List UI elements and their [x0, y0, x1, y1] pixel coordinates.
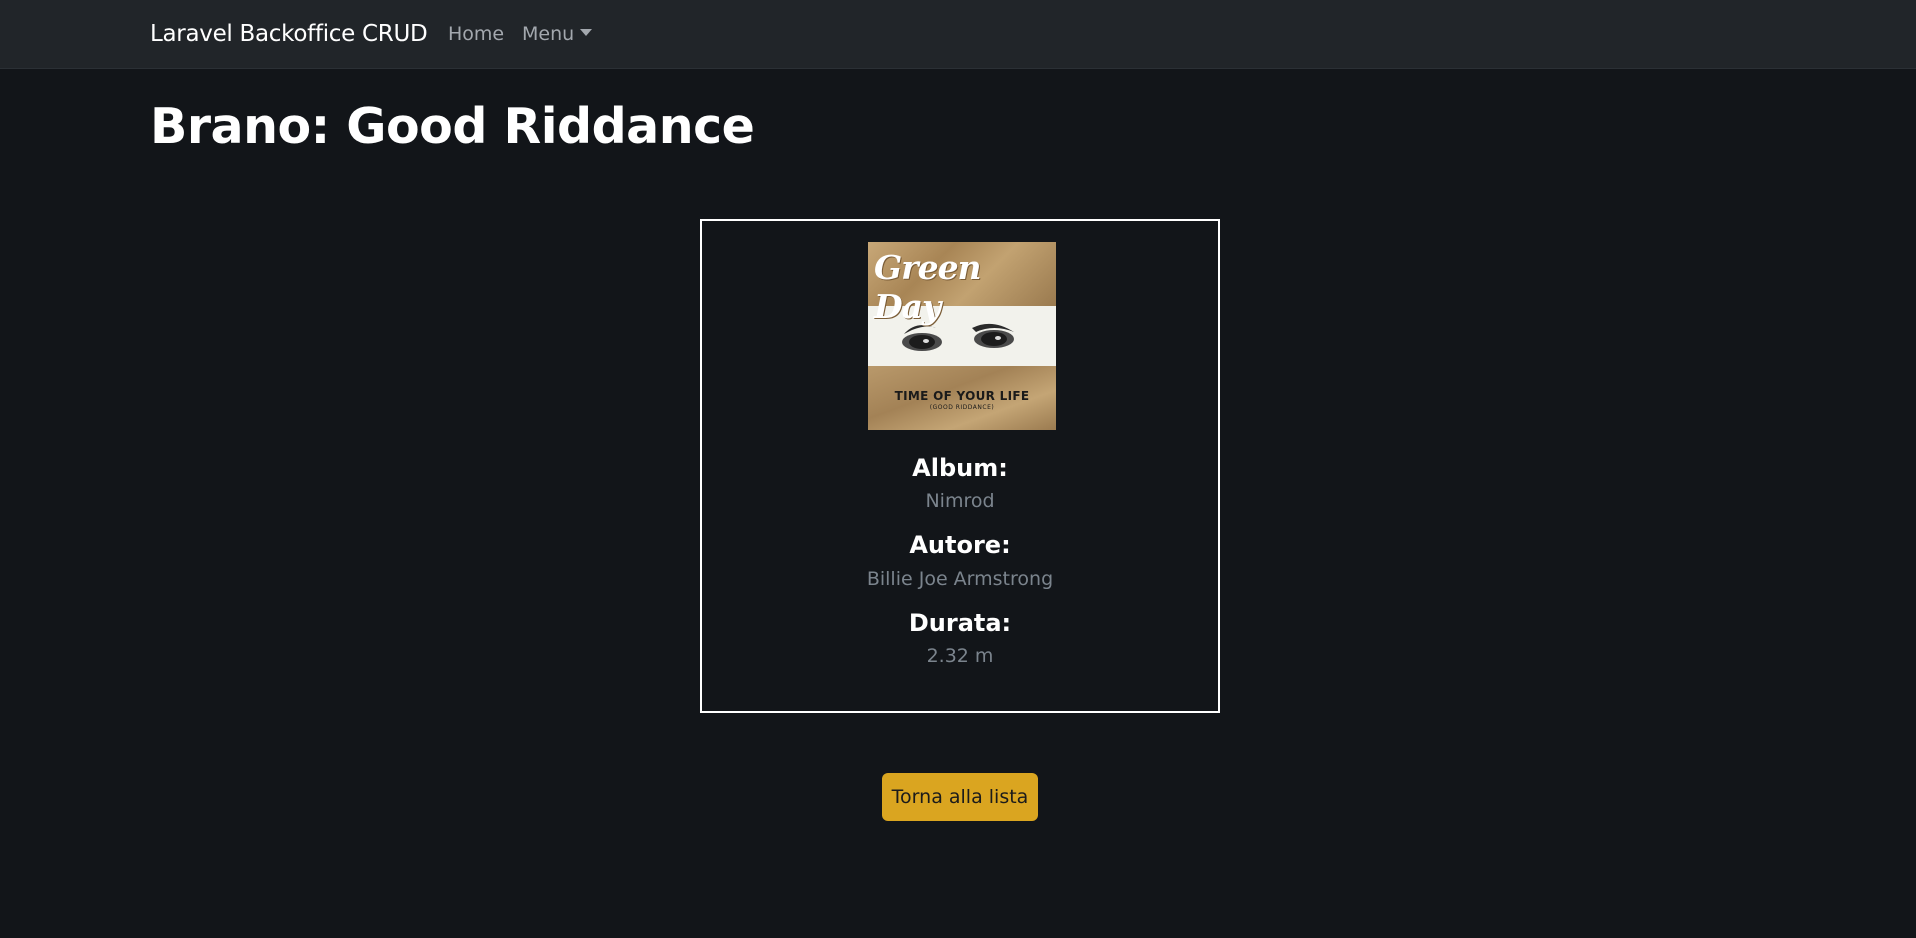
- nav-menu-label: Menu: [522, 23, 575, 45]
- nav-dropdown-menu[interactable]: Menu: [522, 0, 593, 69]
- cover-band-name: Green Day: [874, 248, 982, 326]
- top-navbar: Laravel Backoffice CRUD Home Menu: [0, 0, 1916, 69]
- duration-value: 2.32 m: [926, 645, 994, 667]
- navbar-brand[interactable]: Laravel Backoffice CRUD: [150, 0, 428, 69]
- album-value: Nimrod: [925, 490, 995, 512]
- author-value: Billie Joe Armstrong: [866, 568, 1054, 590]
- album-cover-image: Green Day TIME OF YOUR LIFE (GOOD RIDDAN…: [868, 242, 1056, 430]
- page-title: Brano: Good Riddance: [150, 98, 755, 155]
- cover-single-title: TIME OF YOUR LIFE: [894, 389, 1030, 403]
- nav-link-home[interactable]: Home: [448, 0, 504, 69]
- album-label: Album:: [912, 454, 1008, 482]
- back-to-list-button[interactable]: Torna alla lista: [882, 773, 1038, 821]
- duration-label: Durata:: [908, 609, 1012, 637]
- cover-single-subtitle: (GOOD RIDDANCE): [929, 404, 995, 411]
- author-label: Autore:: [909, 531, 1011, 559]
- track-detail-card: Green Day TIME OF YOUR LIFE (GOOD RIDDAN…: [700, 219, 1220, 713]
- caret-down-icon: [580, 29, 593, 36]
